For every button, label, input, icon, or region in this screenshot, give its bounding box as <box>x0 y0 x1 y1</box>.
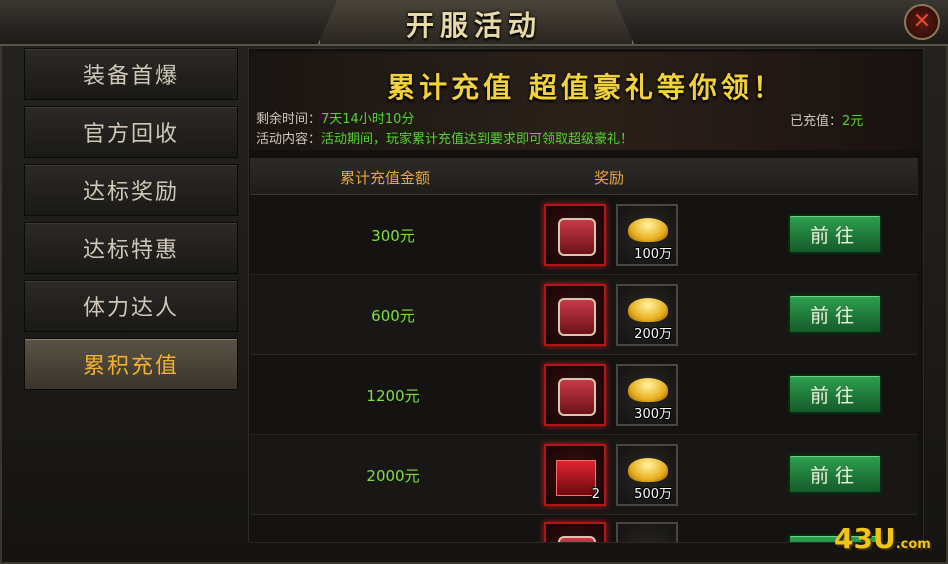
recharged-value: 2元 <box>842 114 864 129</box>
window-title: 开服活动 <box>405 9 542 42</box>
remaining-time: 剩余时间：7天14小时10分 <box>256 108 414 127</box>
reward-gold-slot[interactable]: 200万 <box>616 284 678 346</box>
row-amount: 1200元 <box>366 386 420 405</box>
table-row: 300元 100万 前往 <box>250 196 918 275</box>
row-amount: 600元 <box>371 306 415 325</box>
gold-ingot-icon <box>628 218 668 242</box>
gold-quantity: 500万 <box>634 487 672 502</box>
reward-gold-slot[interactable]: 100万 <box>616 204 678 266</box>
header-amount: 累计充值金额 <box>340 169 431 187</box>
banner-title: 累计充值 超值豪礼等你领！ <box>387 71 785 104</box>
watermark-domain: .com <box>895 537 931 552</box>
site-watermark-logo: 43U.com <box>834 522 944 556</box>
sidebar-item-stamina-expert[interactable]: 体力达人 <box>24 280 238 332</box>
table-row: 2000元 2 500万 前往 <box>250 436 918 515</box>
row-amount: 2000元 <box>366 466 420 485</box>
table-row: 600元 200万 前往 <box>250 276 918 355</box>
item-quantity: 2 <box>591 487 600 502</box>
sidebar-item-equip-first-drop[interactable]: 装备首爆 <box>24 48 238 100</box>
treasure-chest-icon <box>558 298 596 336</box>
watermark-brand: 43U <box>834 522 896 555</box>
reward-item-slot[interactable] <box>544 364 606 426</box>
sidebar: 装备首爆 官方回收 达标奖励 达标特惠 体力达人 累积充值 <box>24 48 238 398</box>
recharged-label: 已充值： <box>790 114 843 129</box>
close-button[interactable]: ✕ <box>904 4 940 40</box>
treasure-chest-icon <box>558 536 596 542</box>
remaining-time-value: 7天14小时10分 <box>321 112 415 127</box>
reward-item-slot[interactable]: 2 <box>544 444 606 506</box>
activity-content-label: 活动内容： <box>256 132 322 147</box>
sidebar-item-milestone-reward[interactable]: 达标奖励 <box>24 164 238 216</box>
activity-content-value: 活动期间，玩家累计充值达到要求即可领取超级豪礼！ <box>321 132 634 147</box>
reward-gold-slot[interactable]: 300万 <box>616 364 678 426</box>
gold-ingot-icon <box>628 298 668 322</box>
reward-item-slot[interactable] <box>544 522 606 542</box>
reward-item-slot[interactable] <box>544 204 606 266</box>
sidebar-item-milestone-deal[interactable]: 达标特惠 <box>24 222 238 274</box>
table-header: 累计充值金额 奖励 <box>250 158 918 195</box>
go-button[interactable]: 前往 <box>788 454 882 494</box>
treasure-chest-icon <box>558 378 596 416</box>
gold-quantity: 100万 <box>634 247 672 262</box>
table-row: 1200元 300万 前往 <box>250 356 918 435</box>
gold-ingot-icon <box>628 458 668 482</box>
activity-content: 活动内容：活动期间，玩家累计充值达到要求即可领取超级豪礼！ <box>256 128 633 147</box>
gold-quantity: 300万 <box>634 407 672 422</box>
treasure-chest-icon <box>558 218 596 256</box>
red-gift-box-icon <box>556 460 596 496</box>
gold-ingot-icon <box>628 378 668 402</box>
gold-quantity: 200万 <box>634 327 672 342</box>
row-amount: 300元 <box>371 226 415 245</box>
go-button[interactable]: 前往 <box>788 294 882 334</box>
reward-item-slot[interactable] <box>544 284 606 346</box>
sidebar-item-cumulative-recharge[interactable]: 累积充值 <box>24 338 238 390</box>
reward-gold-slot[interactable]: 500万 <box>616 444 678 506</box>
reward-gold-slot[interactable] <box>616 522 678 542</box>
remaining-time-label: 剩余时间： <box>256 112 322 127</box>
sidebar-item-official-recycle[interactable]: 官方回收 <box>24 106 238 158</box>
close-icon: ✕ <box>912 9 932 34</box>
recharged-amount: 已充值：2元 <box>790 110 863 129</box>
go-button[interactable]: 前往 <box>788 214 882 254</box>
header-reward: 奖励 <box>594 169 625 187</box>
table-row-partial <box>250 516 918 543</box>
go-button[interactable]: 前往 <box>788 374 882 414</box>
